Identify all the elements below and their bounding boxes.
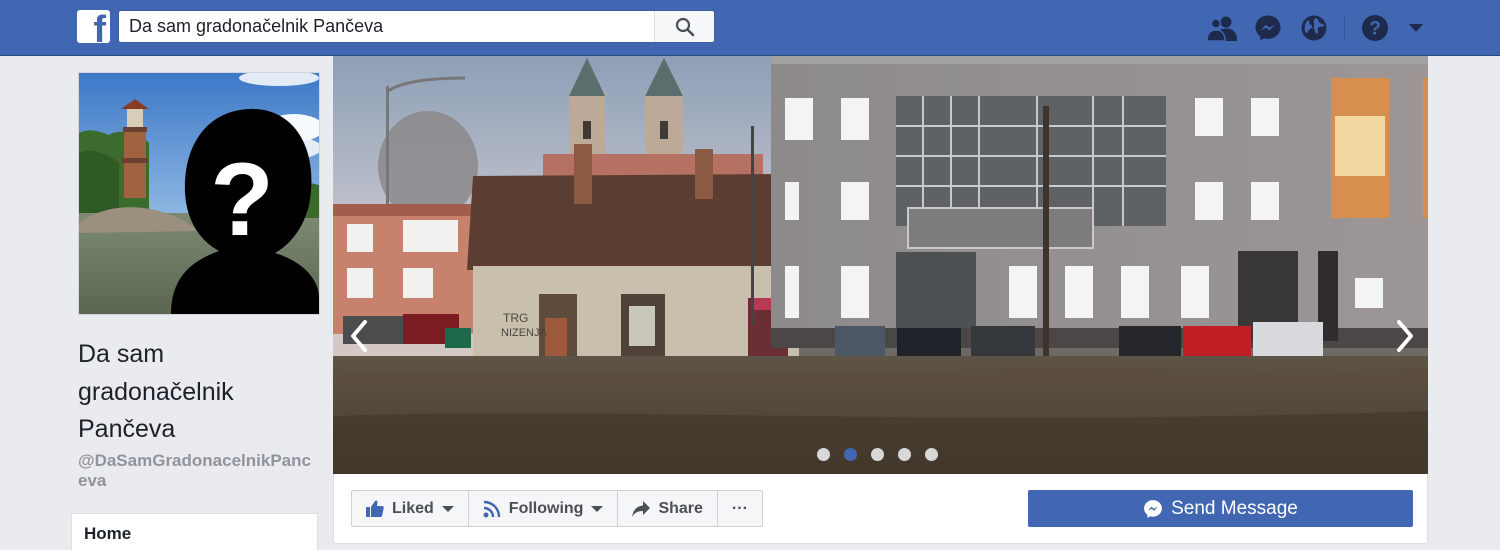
- cover-carousel-dots: [817, 448, 952, 461]
- search-button[interactable]: [654, 11, 714, 42]
- carousel-dot-3[interactable]: [871, 448, 884, 461]
- following-button[interactable]: Following: [467, 490, 619, 527]
- svg-text:NIZENJA: NIZENJA: [501, 327, 548, 339]
- search-icon: [675, 17, 694, 36]
- page-username[interactable]: @DaSamGradonacelnikPanceva: [78, 451, 318, 491]
- following-chevron-down-icon: [591, 505, 604, 512]
- facebook-logo[interactable]: f: [77, 10, 110, 43]
- messenger-icon: [1255, 15, 1281, 41]
- cover-photo[interactable]: TRG NIZENJA: [333, 56, 1428, 474]
- share-button[interactable]: Share: [617, 490, 718, 527]
- carousel-dot-1[interactable]: [817, 448, 830, 461]
- svg-text:?: ?: [210, 142, 274, 258]
- svg-text:TRG: TRG: [503, 311, 528, 325]
- messenger-button[interactable]: [1252, 13, 1284, 43]
- help-icon: ?: [1362, 15, 1388, 41]
- help-button[interactable]: ?: [1359, 13, 1391, 43]
- action-button-group: Liked Following Share ···: [351, 490, 763, 527]
- messenger-icon: [1143, 499, 1163, 519]
- page-navigation: Home: [71, 513, 318, 550]
- liked-label: Liked: [392, 499, 434, 517]
- thumbs-up-icon: [366, 500, 384, 517]
- following-label: Following: [508, 499, 584, 517]
- carousel-dot-5[interactable]: [925, 448, 938, 461]
- top-navigation-bar: f Da sam gradonačelnik Pančeva ?: [0, 0, 1500, 56]
- carousel-dot-4[interactable]: [898, 448, 911, 461]
- send-message-label: Send Message: [1171, 497, 1298, 519]
- rss-feed-icon: [483, 500, 501, 518]
- liked-button[interactable]: Liked: [351, 490, 469, 527]
- facebook-logo-letter: f: [93, 10, 106, 43]
- search-input[interactable]: [119, 11, 655, 42]
- more-options-button[interactable]: ···: [716, 490, 763, 527]
- notifications-button[interactable]: [1298, 13, 1330, 43]
- svg-text:?: ?: [1369, 19, 1381, 40]
- share-label: Share: [658, 499, 703, 517]
- top-bar-divider: [1344, 14, 1345, 42]
- nav-item-home[interactable]: Home: [84, 524, 131, 544]
- notifications-globe-icon: [1301, 15, 1327, 41]
- share-arrow-icon: [632, 500, 651, 517]
- liked-chevron-down-icon: [441, 505, 454, 512]
- page-title[interactable]: Da sam gradonačelnik Pančeva: [78, 336, 318, 449]
- profile-picture[interactable]: ?: [78, 72, 320, 315]
- friend-requests-button[interactable]: [1206, 13, 1238, 43]
- page-action-bar: Liked Following Share ··· Send Message: [333, 474, 1428, 544]
- send-message-button[interactable]: Send Message: [1028, 490, 1413, 527]
- top-right-icons: ?: [1206, 13, 1423, 43]
- profile-picture-image: ?: [79, 73, 319, 314]
- search-bar: [118, 10, 715, 43]
- account-dropdown-icon[interactable]: [1409, 24, 1423, 32]
- friend-requests-icon: [1206, 16, 1237, 41]
- carousel-dot-2[interactable]: [844, 448, 857, 461]
- more-options-label: ···: [731, 499, 748, 517]
- cover-prev-arrow-icon[interactable]: [345, 318, 373, 354]
- cover-photo-image: TRG NIZENJA: [333, 56, 1428, 474]
- cover-next-arrow-icon[interactable]: [1391, 318, 1419, 354]
